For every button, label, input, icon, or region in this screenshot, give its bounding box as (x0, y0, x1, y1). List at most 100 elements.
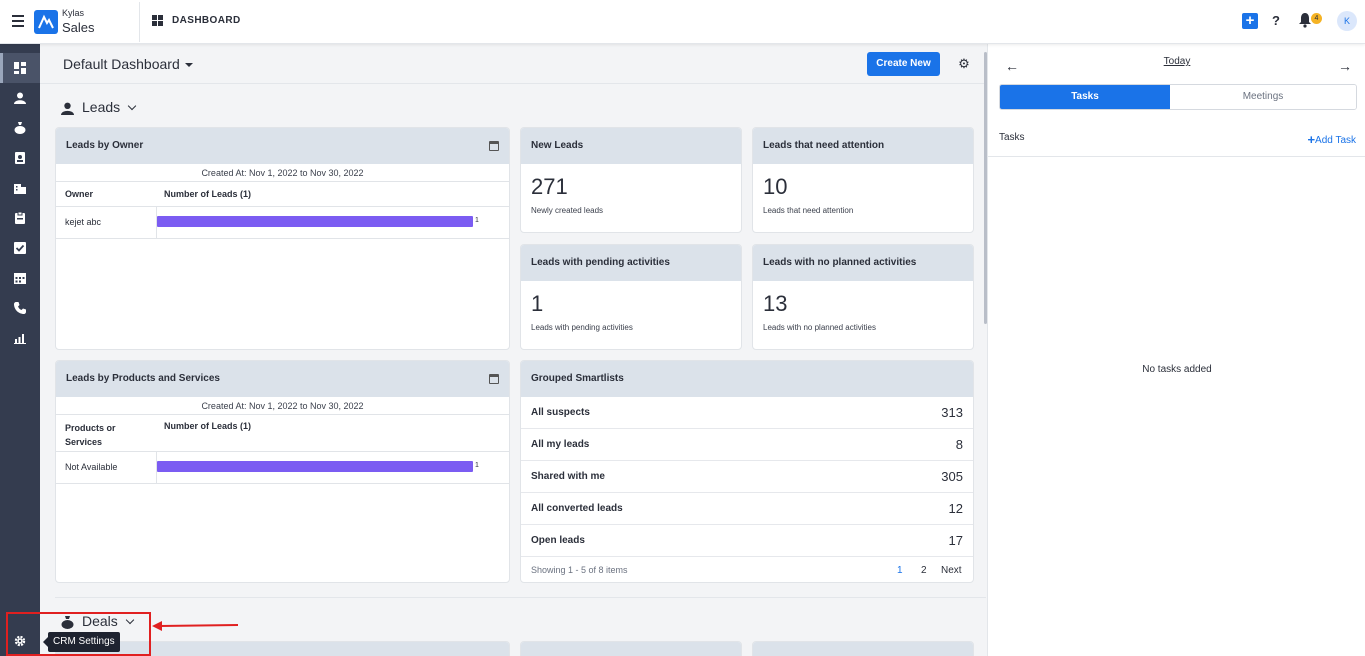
table-header-row: Owner Number of Leads (1) (56, 182, 509, 207)
nav-meetings[interactable] (0, 263, 40, 293)
smartlist-row[interactable]: All converted leads 12 (521, 493, 973, 525)
leads-by-owner-card: Leads by Owner Created At: Nov 1, 2022 t… (55, 127, 510, 350)
card-header: Leads by Owner (56, 128, 509, 164)
table-header-row: Products or Services Number of Leads (1) (56, 415, 509, 452)
leads-no-planned-activities-card[interactable]: Leads with no planned activities 13 Lead… (752, 244, 974, 350)
card-header (521, 642, 741, 656)
quick-add-button[interactable]: + (1242, 13, 1258, 29)
chevron-down-icon (127, 101, 137, 111)
nav-reports[interactable] (0, 323, 40, 353)
lead-count-bar[interactable] (157, 461, 473, 472)
nav-calls[interactable] (0, 293, 40, 323)
tasks-label: Tasks (999, 132, 1025, 143)
pagination-info: Showing 1 - 5 of 8 items (531, 565, 628, 575)
divider (139, 2, 140, 42)
contacts-icon (14, 152, 26, 164)
metric-value: 1 (531, 291, 544, 316)
smartlist-name: All converted leads (531, 503, 623, 514)
annotation-arrow (152, 621, 239, 631)
leads-section-header[interactable]: Leads (61, 99, 137, 115)
smartlist-row[interactable]: Open leads 17 (521, 525, 973, 557)
deals-icon (14, 122, 26, 134)
tab-meetings[interactable]: Meetings (1170, 85, 1356, 109)
bell-icon[interactable] (1298, 12, 1312, 28)
companies-icon (14, 182, 26, 194)
page-title: DASHBOARD (172, 15, 241, 26)
bar-value-label: 1 (475, 217, 479, 224)
nav-contacts[interactable] (0, 143, 40, 173)
kylas-logo-icon[interactable] (34, 10, 58, 34)
smartlist-row[interactable]: All suspects 313 (521, 397, 973, 429)
created-range: Created At: Nov 1, 2022 to Nov 30, 2022 (201, 168, 364, 178)
nav-leads[interactable] (0, 83, 40, 113)
card-title: Leads with pending activities (521, 245, 741, 281)
smartlist-row[interactable]: Shared with me 305 (521, 461, 973, 493)
deals-metric-card (520, 641, 742, 656)
leads-need-attention-card[interactable]: Leads that need attention 10 Leads that … (752, 127, 974, 233)
metric-subtitle: Newly created leads (531, 206, 604, 215)
metric-subtitle: Leads with no planned activities (763, 323, 876, 332)
tab-tasks[interactable]: Tasks (1000, 85, 1170, 109)
metric-value: 10 (763, 174, 788, 199)
smartlist-count: 17 (948, 533, 963, 548)
card-header (753, 642, 973, 656)
help-button[interactable]: ? (1272, 13, 1280, 28)
create-new-button[interactable]: Create New (867, 52, 940, 76)
leads-icon (61, 102, 74, 115)
main-scrollbar[interactable] (984, 52, 987, 324)
new-leads-card[interactable]: New Leads 271 Newly created leads (520, 127, 742, 233)
dashboard-header: Default Dashboard Create New ⚙ (40, 44, 986, 84)
column-header-products: Products or Services (65, 423, 116, 447)
calendar-icon[interactable] (489, 141, 499, 151)
brand-name: Kylas (62, 8, 85, 18)
dashboard-main: Default Dashboard Create New ⚙ Leads Lea… (40, 44, 986, 656)
gear-icon[interactable]: ⚙ (956, 56, 972, 72)
nav-companies[interactable] (0, 173, 40, 203)
hamburger-menu-icon[interactable] (12, 15, 24, 27)
annotation-highlight-box (6, 612, 151, 656)
section-divider (55, 597, 986, 598)
card-title: New Leads (521, 128, 741, 164)
dashboard-selector[interactable]: Default Dashboard (63, 56, 193, 72)
smartlist-row[interactable]: All my leads 8 (521, 429, 973, 461)
page-1-link[interactable]: 1 (897, 565, 903, 576)
app-name: Sales (62, 20, 95, 35)
pagination: Showing 1 - 5 of 8 items 1 2 Next (521, 557, 973, 582)
smartlist-name: All suspects (531, 407, 590, 418)
page-2-link[interactable]: 2 (921, 565, 927, 576)
table-row: kejet abc 1 (56, 207, 509, 239)
leads-icon (14, 92, 26, 104)
lead-count-bar[interactable] (157, 216, 473, 227)
avatar[interactable]: K (1337, 11, 1357, 31)
metric-subtitle: Leads with pending activities (531, 323, 633, 332)
metric-subtitle: Leads that need attention (763, 206, 854, 215)
nav-deals[interactable] (0, 113, 40, 143)
report-table: Products or Services Number of Leads (1)… (56, 414, 509, 484)
top-bar: Kylas Sales DASHBOARD + ? 4 K (0, 0, 1365, 44)
date-label[interactable]: Today (988, 56, 1365, 67)
nav-dashboard[interactable] (0, 53, 40, 83)
smartlist-count: 8 (955, 437, 963, 452)
smartlist-name: Open leads (531, 535, 585, 546)
next-day-arrow-icon[interactable]: → (1338, 58, 1352, 74)
add-task-button[interactable]: +Add Task (1307, 132, 1356, 147)
card-title: Leads with no planned activities (753, 245, 973, 281)
leads-section-title: Leads (82, 99, 121, 115)
leads-pending-activities-card[interactable]: Leads with pending activities 1 Leads wi… (520, 244, 742, 350)
product-name: Not Available (65, 462, 118, 472)
tasks-icon (14, 242, 26, 254)
divider (988, 156, 1365, 157)
nav-tasks[interactable] (0, 233, 40, 263)
leads-by-products-card: Leads by Products and Services Created A… (55, 360, 510, 583)
reports-icon (14, 332, 26, 344)
next-page-link[interactable]: Next (941, 565, 962, 576)
bar-value-label: 1 (475, 462, 479, 469)
calendar-icon[interactable] (489, 374, 499, 384)
dashboard-icon (14, 62, 26, 74)
nav-products[interactable] (0, 203, 40, 233)
card-title: Leads by Products and Services (66, 373, 220, 384)
smartlist-count: 313 (941, 405, 963, 420)
calendar-icon (14, 272, 26, 284)
card-header: Leads by Products and Services (56, 361, 509, 397)
grouped-smartlists-card: Grouped Smartlists All suspects 313 All … (520, 360, 974, 583)
